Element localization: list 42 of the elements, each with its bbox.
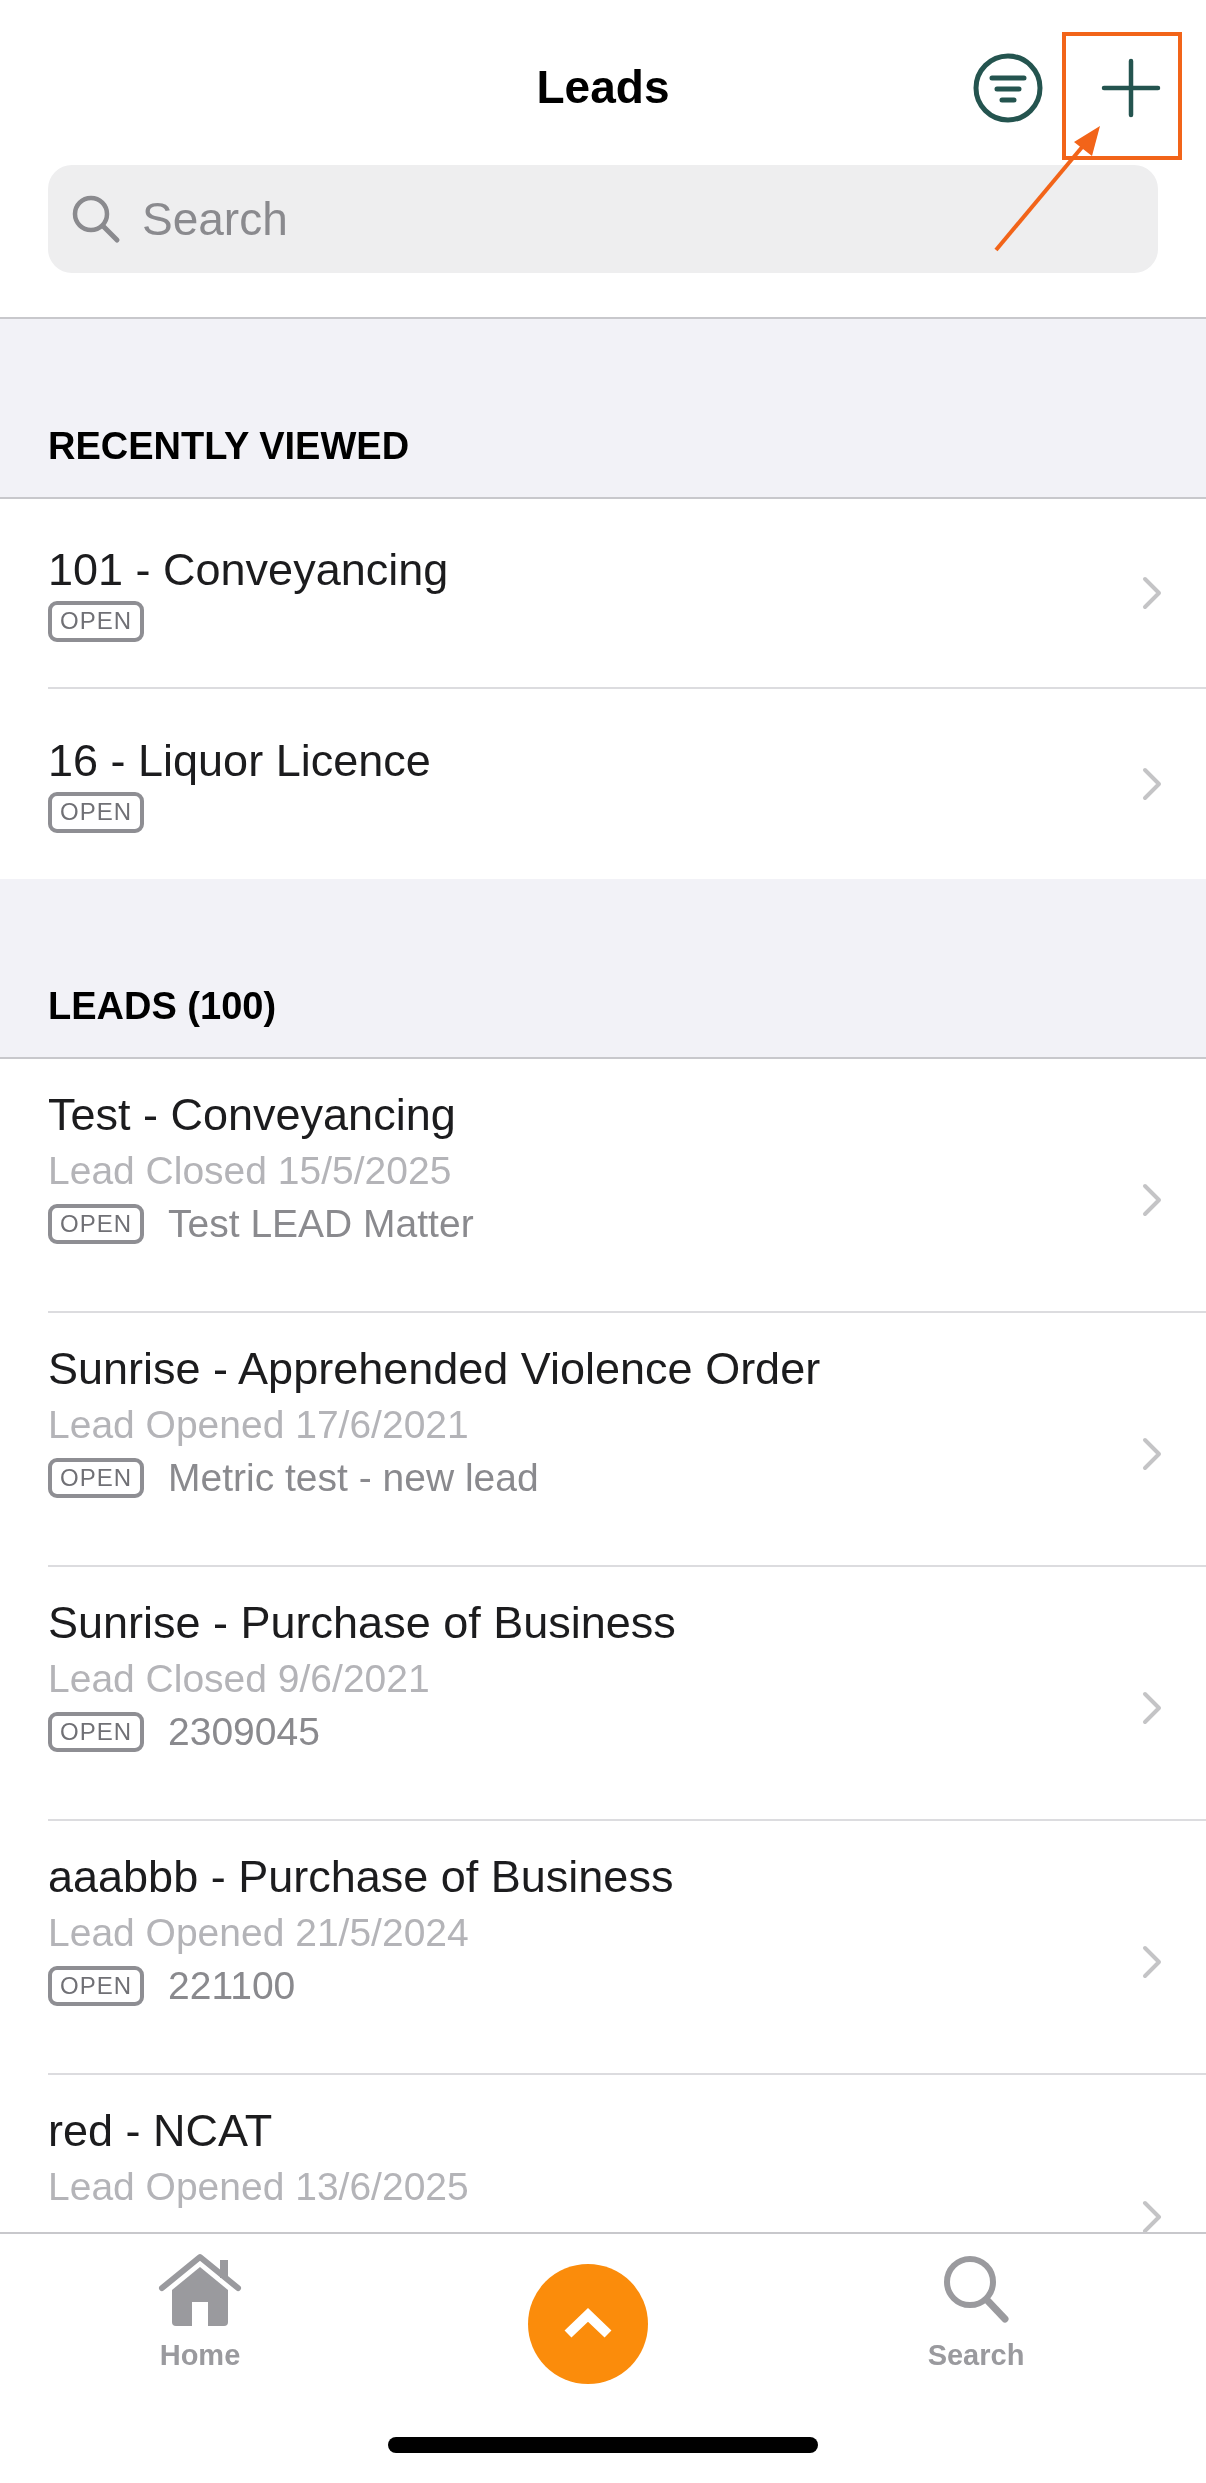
item-title: Sunrise - Purchase of Business	[48, 1597, 677, 1649]
status-tag: OPEN	[48, 792, 144, 834]
list-item[interactable]: red - NCAT Lead Opened 13/6/2025	[0, 2075, 1206, 2232]
status-tag: OPEN	[48, 1457, 144, 1499]
status-tag: OPEN	[48, 1965, 144, 2007]
chevron-icon	[1142, 1945, 1162, 1979]
chevron-icon	[1142, 1437, 1162, 1471]
list-item[interactable]: Sunrise - Purchase of Business Lead Closed 9/6/2021 OPEN 2309045	[0, 1567, 1206, 1821]
item-title: red - NCAT	[48, 2105, 274, 2157]
item-status: Lead Opened 13/6/2025	[48, 2164, 470, 2210]
item-status: Lead Opened 17/6/2021	[48, 1402, 470, 1448]
item-status: Lead Closed 15/5/2025	[48, 1148, 453, 1194]
item-title: Sunrise - Apprehended Violence Order	[48, 1343, 822, 1395]
list-item[interactable]: aaabbb - Purchase of Business Lead Opened 21/5/2024 OPEN 221100	[0, 1821, 1206, 2075]
chevron-icon	[1142, 767, 1162, 801]
matter-name: 2309045	[168, 1709, 320, 1755]
matter-name: Test LEAD Matter	[168, 1201, 474, 1247]
status-tag: OPEN	[48, 601, 144, 643]
chevron-icon	[1142, 576, 1162, 610]
chevron-icon	[1142, 1691, 1162, 1725]
filter-button[interactable]	[972, 51, 1044, 124]
section-header: LEADS (100)	[48, 984, 277, 1029]
item-title: 16 - Liquor Licence	[48, 734, 432, 787]
chevron-icon	[1142, 1183, 1162, 1217]
item-title: Test - Conveyancing	[48, 1089, 457, 1141]
item-status: Lead Closed 9/6/2021	[48, 1656, 431, 1702]
list-item[interactable]: 101 - Conveyancing OPEN	[0, 499, 1206, 689]
status-tag: OPEN	[48, 1711, 144, 1753]
item-title: aaabbb - Purchase of Business	[48, 1851, 675, 1903]
list-item[interactable]: Sunrise - Apprehended Violence Order Lead Opened 17/6/2021 OPEN Metric test - new lead	[0, 1313, 1206, 1567]
home-icon	[158, 2252, 242, 2326]
status-tag: OPEN	[48, 1203, 144, 1245]
list-item[interactable]: 16 - Liquor Licence OPEN	[0, 689, 1206, 879]
matter-name: 221100	[168, 1963, 296, 2009]
section-header: RECENTLY VIEWED	[48, 424, 410, 469]
list-item[interactable]: Test - Conveyancing Lead Closed 15/5/2025 OPEN Test LEAD Matter	[0, 1059, 1206, 1313]
matter-name: Metric test - new lead	[168, 1455, 539, 1501]
screen-title: Leads	[536, 60, 670, 115]
item-status: Lead Opened 21/5/2024	[48, 1910, 470, 1956]
search-field[interactable]: Search	[48, 165, 1158, 273]
add-button[interactable]	[1100, 56, 1162, 119]
item-title: 101 - Conveyancing	[48, 543, 450, 596]
